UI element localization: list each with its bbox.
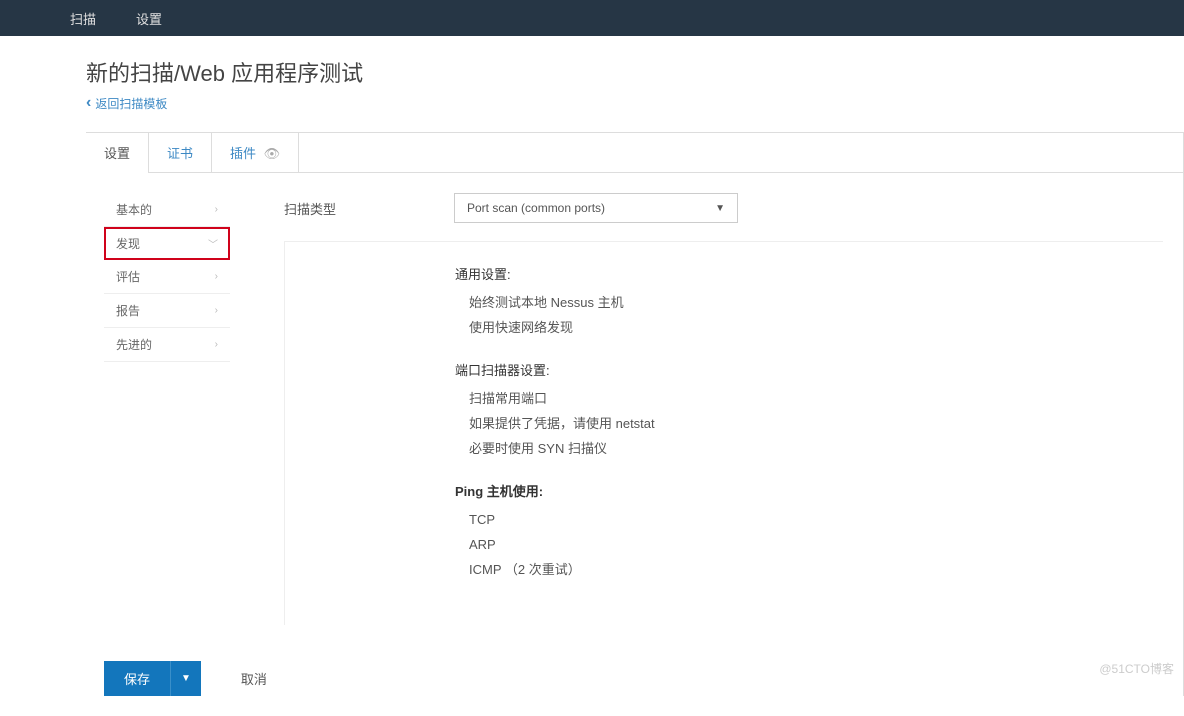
- tab-settings[interactable]: 设置: [86, 133, 149, 172]
- tab-plugins-label: 插件: [230, 146, 256, 161]
- sidebar-item-basic[interactable]: 基本的 ›: [104, 193, 230, 227]
- sidebar-item-label: 基本的: [116, 201, 152, 218]
- sidebar-item-label: 评估: [116, 268, 140, 285]
- info-ping: Ping 主机使用: TCP ARP ICMP （2 次重试）: [455, 481, 1163, 582]
- info-line: 如果提供了凭据，请使用 netstat: [469, 412, 1163, 437]
- info-line: 扫描常用端口: [469, 387, 1163, 412]
- scan-type-row: 扫描类型 Port scan (common ports) ▼: [284, 193, 1163, 223]
- info-heading-ping: Ping 主机使用:: [455, 481, 1163, 500]
- page-container: 新的扫描/Web 应用程序测试 返回扫描模板 设置 证书 插件 👁 基本的 › …: [0, 36, 1184, 716]
- content-panel: 设置 证书 插件 👁 基本的 › 发现 ﹀ 评估 ›: [86, 132, 1184, 696]
- info-line: 始终测试本地 Nessus 主机: [469, 291, 1163, 316]
- footer-actions: 保存 ▼ 取消: [86, 637, 1183, 696]
- info-heading-port: 端口扫描器设置:: [455, 360, 1163, 379]
- info-panel: 通用设置: 始终测试本地 Nessus 主机 使用快速网络发现 端口扫描器设置:…: [284, 241, 1163, 625]
- page-title: 新的扫描/Web 应用程序测试: [86, 56, 1184, 88]
- sidebar-item-advanced[interactable]: 先进的 ›: [104, 328, 230, 362]
- scan-type-label: 扫描类型: [284, 199, 454, 218]
- chevron-down-icon: ﹀: [208, 236, 218, 251]
- info-port: 端口扫描器设置: 扫描常用端口 如果提供了凭据，请使用 netstat 必要时使…: [455, 360, 1163, 461]
- settings-sidebar: 基本的 › 发现 ﹀ 评估 › 报告 › 先进的 ›: [104, 193, 230, 625]
- sidebar-item-report[interactable]: 报告 ›: [104, 294, 230, 328]
- cancel-link[interactable]: 取消: [241, 669, 267, 688]
- tab-bar: 设置 证书 插件 👁: [86, 133, 1183, 173]
- caret-down-icon: ▼: [715, 203, 725, 214]
- sidebar-item-assessment[interactable]: 评估 ›: [104, 260, 230, 294]
- nav-settings[interactable]: 设置: [136, 9, 162, 28]
- main-panel: 扫描类型 Port scan (common ports) ▼ 通用设置: 始终…: [230, 193, 1163, 625]
- info-line: ICMP （2 次重试）: [469, 558, 1163, 583]
- sidebar-item-discovery[interactable]: 发现 ﹀: [104, 227, 230, 260]
- nav-scan[interactable]: 扫描: [70, 9, 96, 28]
- chevron-right-icon: ›: [215, 271, 218, 282]
- sidebar-item-label: 发现: [116, 235, 140, 252]
- info-general: 通用设置: 始终测试本地 Nessus 主机 使用快速网络发现: [455, 264, 1163, 340]
- info-line: ARP: [469, 533, 1163, 558]
- scan-type-select[interactable]: Port scan (common ports) ▼: [454, 193, 738, 223]
- eye-icon: 👁: [264, 146, 281, 161]
- sidebar-item-label: 先进的: [116, 336, 152, 353]
- info-heading-general: 通用设置:: [455, 264, 1163, 283]
- scan-type-value: Port scan (common ports): [467, 201, 605, 215]
- chevron-right-icon: ›: [215, 305, 218, 316]
- sidebar-item-label: 报告: [116, 302, 140, 319]
- back-link[interactable]: 返回扫描模板: [86, 94, 167, 112]
- chevron-right-icon: ›: [215, 339, 218, 350]
- watermark: @51CTO博客: [1099, 660, 1174, 677]
- top-navbar: 扫描 设置: [0, 0, 1184, 36]
- save-button-group: 保存 ▼: [104, 661, 201, 696]
- info-line: 使用快速网络发现: [469, 316, 1163, 341]
- info-line: TCP: [469, 508, 1163, 533]
- save-button[interactable]: 保存: [104, 661, 170, 696]
- tab-certs[interactable]: 证书: [149, 133, 212, 172]
- info-line: 必要时使用 SYN 扫描仪: [469, 437, 1163, 462]
- save-dropdown-button[interactable]: ▼: [170, 661, 201, 696]
- tab-plugins[interactable]: 插件 👁: [212, 133, 299, 172]
- chevron-right-icon: ›: [215, 204, 218, 215]
- body-area: 基本的 › 发现 ﹀ 评估 › 报告 › 先进的 ›: [86, 173, 1183, 625]
